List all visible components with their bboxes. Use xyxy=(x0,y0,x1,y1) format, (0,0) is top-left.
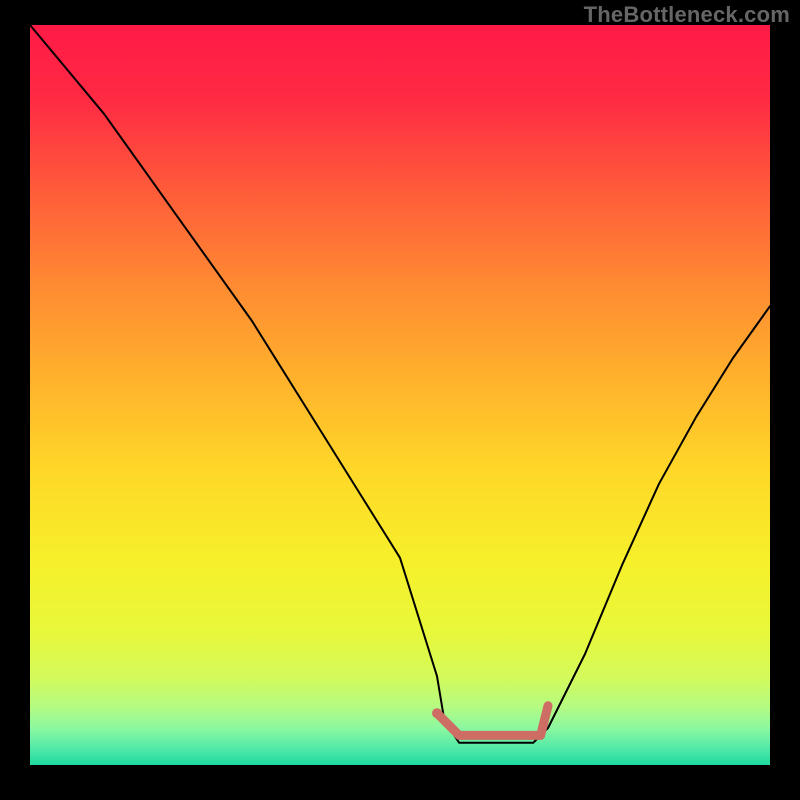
optimal-range-dot xyxy=(432,708,442,718)
chart-svg xyxy=(0,0,800,800)
watermark-text: TheBottleneck.com xyxy=(584,2,790,28)
chart-background xyxy=(30,25,770,765)
